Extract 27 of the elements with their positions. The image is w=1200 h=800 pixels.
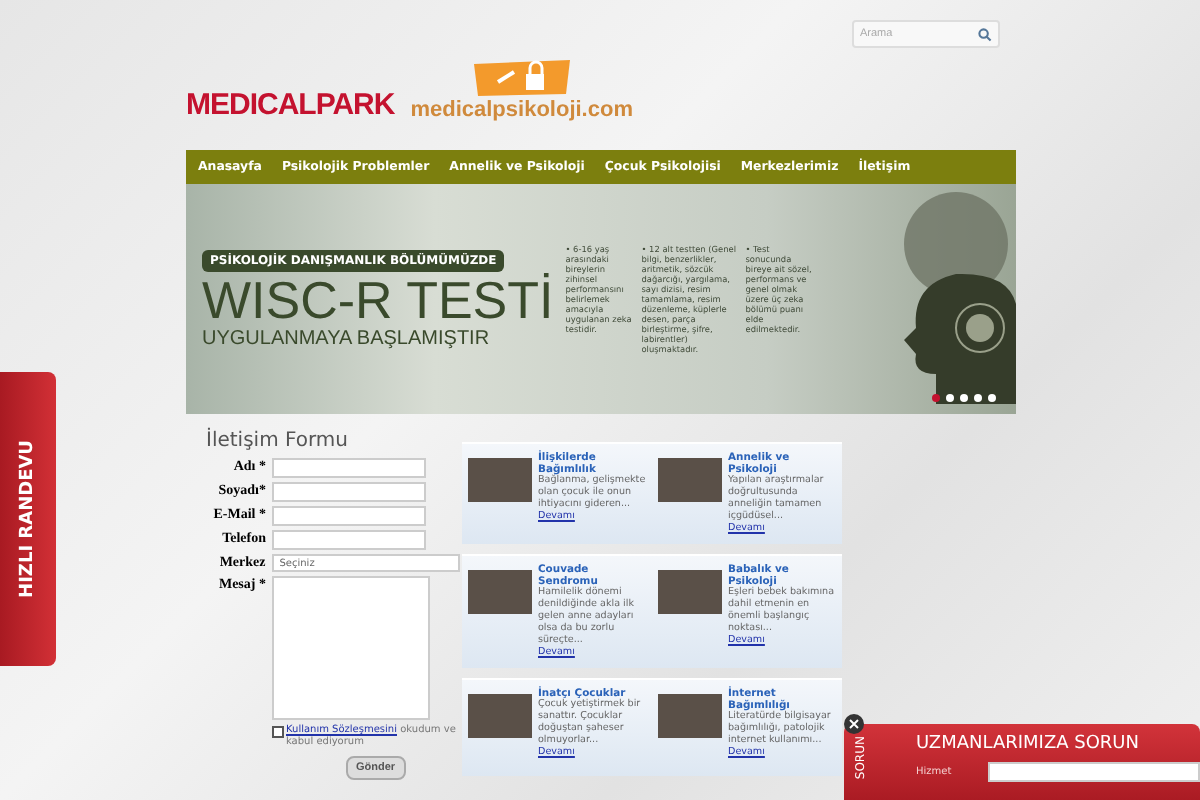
banner-title: WISC-R TESTİ [202,271,554,327]
photo-placeholder [658,570,722,614]
select-field[interactable] [987,762,1200,782]
message-field[interactable] [272,576,430,720]
close-icon[interactable] [844,714,864,734]
banner-subtitle: UYGULANMAYA BAŞLAMIŞTIR [202,327,490,349]
slider-dot[interactable] [960,394,968,402]
slider-dot[interactable] [974,394,982,402]
photo-placeholder [468,458,532,502]
slider-dot[interactable] [946,394,954,402]
photo-placeholder [468,694,532,738]
checkbox[interactable] [272,726,284,738]
brand-logo[interactable]: MEDICALPARK [186,88,395,122]
lock-logo-icon [469,58,574,98]
side-tab[interactable]: HIZLI RANDEVU [0,372,56,666]
slider-dot[interactable] [988,394,996,402]
photo-placeholder [658,458,722,502]
photo-placeholder [468,570,532,614]
panel-title: UZMANLARIMIZA SORUN [916,734,1142,754]
input-field[interactable] [272,482,426,502]
search-icon[interactable] [978,27,992,41]
form-title: İletişim Formu [206,430,351,452]
input-field[interactable] [272,506,426,526]
input-field[interactable] [272,458,426,478]
slider-dot[interactable] [932,394,940,402]
input-field[interactable] [272,530,426,550]
photo-placeholder [658,694,722,738]
